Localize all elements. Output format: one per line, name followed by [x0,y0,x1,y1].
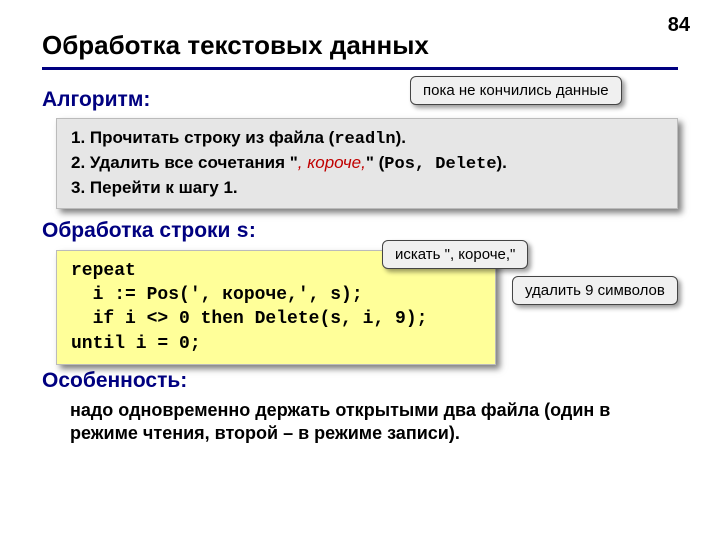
callout-until-end: пока не кончились данные [410,76,622,105]
heading-processing: Обработка строки s: [42,219,678,244]
algo-step-1: 1. Прочитать строку из файла (readln). [71,127,663,152]
callout-delete9: удалить 9 символов [512,276,678,305]
title-rule [42,67,678,70]
feature-text: надо одновременно держать открытыми два … [70,399,678,446]
callout-search: искать ", короче," [382,240,528,269]
algo-step-2: 2. Удалить все сочетания ", короче," (Po… [71,152,663,177]
algorithm-box: 1. Прочитать строку из файла (readln). 2… [56,118,678,209]
slide-title: Обработка текстовых данных [42,30,678,61]
page-number: 84 [668,14,690,37]
algo-step-3: 3. Перейти к шагу 1. [71,177,663,200]
heading-feature: Особенность: [42,369,678,393]
